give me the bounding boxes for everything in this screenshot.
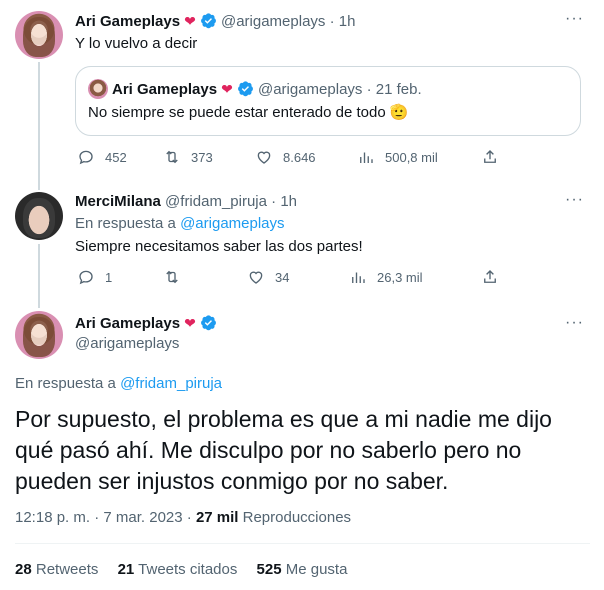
retweet-button[interactable]: 373	[163, 148, 213, 166]
verified-badge-icon	[200, 315, 216, 331]
views-button[interactable]: 26,3 mil	[349, 268, 423, 286]
avatar[interactable]	[15, 311, 63, 359]
like-count: 8.646	[283, 149, 316, 165]
quotes-stat[interactable]: 21 Tweets citados	[118, 561, 238, 578]
share-button[interactable]	[481, 268, 499, 286]
author-handle[interactable]: @arigameplays	[221, 13, 325, 30]
more-icon[interactable]: ···	[565, 10, 584, 28]
views-label: Reproducciones	[238, 509, 352, 526]
retweet-icon	[166, 270, 178, 284]
author-name[interactable]: MerciMilana	[75, 193, 161, 210]
separator: ·	[266, 193, 281, 210]
reply-button[interactable]: 1	[77, 268, 112, 286]
tweet-actions: 1 34 26,3 mil	[75, 268, 505, 288]
like-button[interactable]: 34	[247, 268, 289, 286]
tweet-actions: 452 373 8.646 500,8 mil	[75, 148, 505, 168]
like-button[interactable]: 8.646	[255, 148, 316, 166]
views-icon	[360, 152, 373, 163]
reply-context: En respuesta a @fridam_piruja	[15, 374, 222, 394]
reply-prefix: En respuesta a	[15, 375, 121, 392]
author-handle[interactable]: @fridam_piruja	[165, 193, 267, 210]
views-button[interactable]: 500,8 mil	[357, 148, 438, 166]
timestamp[interactable]: 12:18 p. m. · 7 mar. 2023 ·	[15, 509, 196, 526]
like-icon	[249, 271, 263, 284]
quotes-label: Tweets citados	[134, 561, 238, 578]
retweet-button[interactable]	[163, 268, 191, 286]
quoted-tweet-header: Ari Gameplays ❤ @arigameplays · 21 feb.	[88, 79, 422, 100]
quoted-avatar	[88, 79, 108, 99]
reply-context: En respuesta a @arigameplays	[75, 214, 285, 234]
focused-tweet-text: Por supuesto, el problema es que a mi na…	[15, 406, 552, 494]
like-count: 34	[275, 269, 290, 285]
retweet-icon	[166, 150, 178, 164]
views-icon	[352, 272, 365, 283]
avatar[interactable]	[15, 192, 63, 240]
heart-emoji-icon: ❤	[184, 315, 196, 331]
likes-total: 525	[256, 561, 282, 578]
share-icon	[484, 150, 496, 163]
quoted-tweet-time: 21 feb.	[375, 81, 422, 98]
reply-icon	[79, 150, 93, 165]
tweet-text: Siempre necesitamos saber las dos partes…	[75, 238, 363, 255]
avatar[interactable]	[15, 11, 63, 59]
reply-prefix: En respuesta a	[75, 215, 181, 232]
reply-button[interactable]: 452	[77, 148, 127, 166]
author-name[interactable]: Ari Gameplays	[75, 315, 180, 332]
likes-stat[interactable]: 525 Me gusta	[257, 561, 348, 578]
heart-emoji-icon: ❤	[184, 13, 196, 29]
more-icon[interactable]: ···	[565, 191, 584, 209]
separator: ·	[325, 13, 339, 30]
reply-to-link[interactable]: @arigameplays	[180, 215, 284, 232]
tweet-time[interactable]: 1h	[280, 193, 297, 210]
quoted-tweet-text: No siempre se puede estar enterado de to…	[88, 104, 409, 121]
retweets-total: 28	[15, 561, 32, 578]
retweets-stat[interactable]: 28 Retweets	[15, 561, 98, 578]
views-total: 27 mil	[195, 509, 239, 526]
quoted-author-handle: @arigameplays	[257, 81, 363, 98]
views-count: 26,3 mil	[377, 269, 423, 285]
views-count: 500,8 mil	[385, 149, 438, 165]
author-name[interactable]: Ari Gameplays	[75, 13, 180, 30]
tweet-meta: 12:18 p. m. · 7 mar. 2023 · 27 mil Repro…	[15, 508, 351, 528]
heart-emoji-icon: ❤	[221, 81, 233, 97]
engagement-stats: 28 Retweets 21 Tweets citados 525 Me gus…	[15, 560, 362, 580]
share-icon	[484, 270, 496, 283]
tweet-header: MerciMilana @fridam_piruja · 1h	[75, 192, 297, 212]
tweet-text: Y lo vuelvo a decir	[75, 35, 198, 52]
separator: ·	[362, 81, 376, 98]
tweet-time[interactable]: 1h	[339, 13, 356, 30]
likes-label: Me gusta	[281, 561, 348, 578]
quotes-total: 21	[117, 561, 135, 578]
reply-to-link[interactable]: @fridam_piruja	[120, 375, 222, 392]
reply-count: 1	[105, 269, 113, 285]
like-icon	[257, 151, 271, 164]
verified-badge-icon	[200, 13, 216, 29]
tweet-header: Ari Gameplays ❤ @arigameplays · 1h	[75, 11, 355, 32]
tweet-1[interactable]: Ari Gameplays ❤ @arigameplays · 1h ··· Y …	[0, 0, 604, 182]
reply-count: 452	[105, 149, 127, 165]
retweets-label: Retweets	[31, 561, 99, 578]
tweet-2[interactable]: MerciMilana @fridam_piruja · 1h ··· En r…	[0, 182, 604, 300]
quoted-author-name: Ari Gameplays	[112, 81, 218, 98]
divider	[15, 543, 590, 544]
retweet-count: 373	[191, 149, 213, 165]
reply-icon	[79, 270, 93, 285]
verified-badge-icon	[237, 81, 253, 97]
author-handle[interactable]: @arigameplays	[75, 334, 179, 354]
tweet-header: Ari Gameplays ❤	[75, 313, 217, 334]
share-button[interactable]	[481, 148, 499, 166]
more-icon[interactable]: ···	[565, 314, 584, 332]
quoted-tweet[interactable]: Ari Gameplays ❤ @arigameplays · 21 feb. N…	[75, 66, 581, 136]
